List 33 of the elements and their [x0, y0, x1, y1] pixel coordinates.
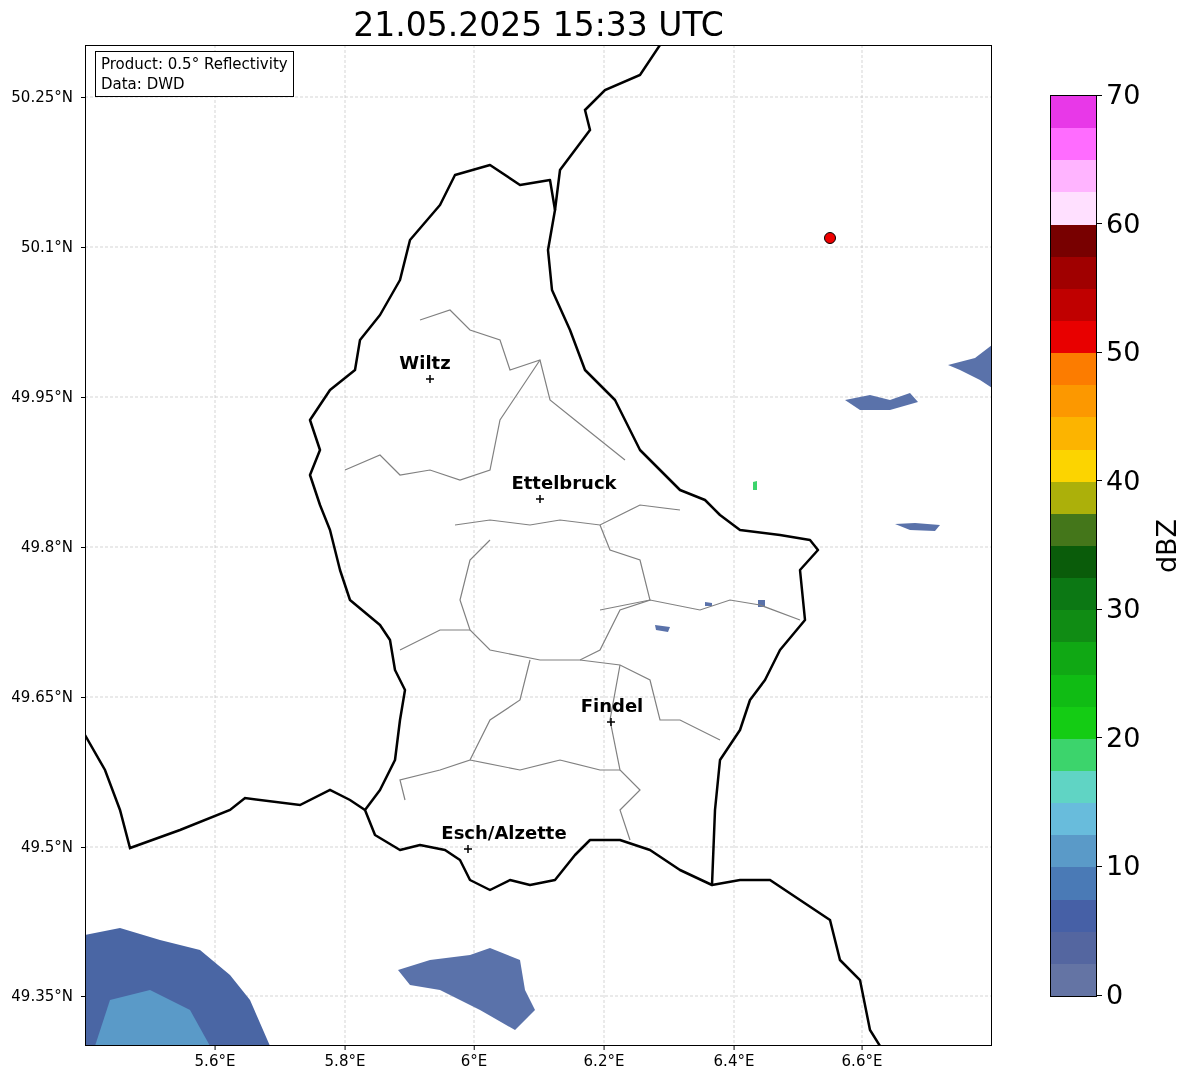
city-label: Wiltz	[399, 353, 451, 373]
longitude-label: 6.2°E	[583, 1052, 625, 1070]
latitude-label: 49.65°N	[11, 688, 73, 706]
info-text: Product: 0.5° Reflectivity	[101, 54, 288, 74]
longitude-label: 6°E	[460, 1052, 488, 1070]
latitude-label: 50.25°N	[11, 88, 73, 106]
chart-title: 21.05.2025 15:33 UTC	[353, 5, 724, 45]
longitude-label: 5.8°E	[324, 1052, 366, 1070]
plus-marker-icon	[464, 845, 472, 853]
plus-marker-icon	[426, 375, 434, 383]
colorbar-tick-label: 70	[1106, 80, 1141, 110]
colorbar-tick-label: 0	[1106, 980, 1124, 1010]
latitude-label: 49.8°N	[20, 538, 73, 556]
colorbar-tick-label: 10	[1106, 851, 1141, 882]
city-label: Ettelbruck	[511, 473, 617, 493]
longitude-label: 6.4°E	[713, 1052, 755, 1070]
info-text: Data: DWD	[101, 74, 186, 94]
colorbar-tick-label: 30	[1106, 594, 1141, 625]
colorbar-tick-label: 20	[1106, 722, 1141, 753]
colorbar-tick-label: 50	[1106, 337, 1141, 368]
city-label: Esch/Alzette	[441, 823, 567, 843]
latitude-label: 49.5°N	[20, 838, 73, 856]
longitude-label: 6.6°E	[841, 1052, 883, 1070]
plus-marker-icon	[607, 718, 615, 726]
colorbar-tick-label: 40	[1106, 465, 1141, 496]
longitude-label: 5.6°E	[194, 1052, 236, 1070]
colorbar-axis-label: dBZ	[1152, 518, 1182, 574]
latitude-label: 49.35°N	[11, 987, 73, 1005]
colorbar-tick-label: 60	[1106, 208, 1141, 239]
latitude-label: 49.95°N	[11, 388, 73, 406]
latitude-label: 50.1°N	[20, 238, 73, 256]
plus-marker-icon	[536, 495, 544, 503]
city-label: Findel	[580, 696, 644, 716]
